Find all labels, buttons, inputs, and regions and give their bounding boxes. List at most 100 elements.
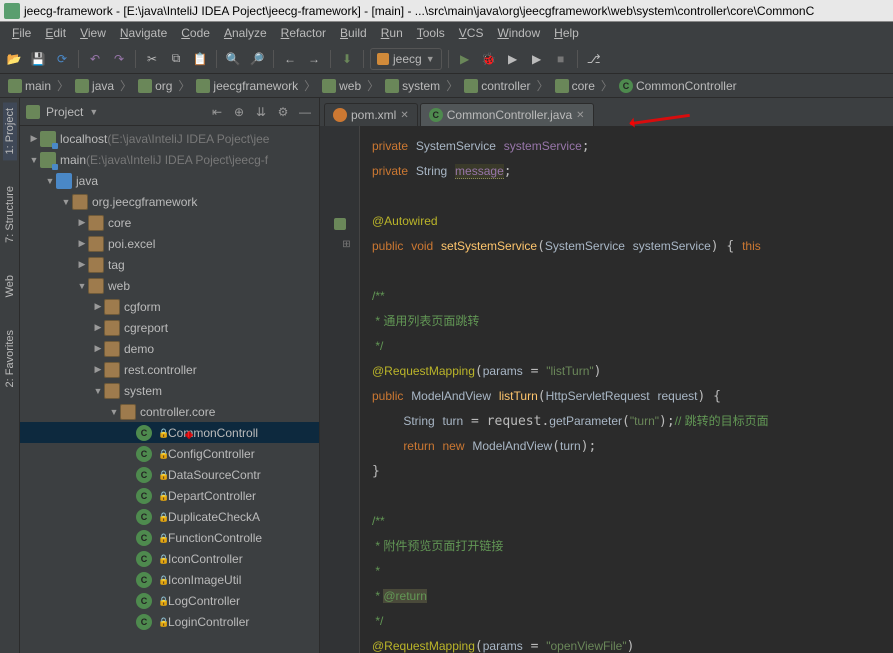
stop-icon[interactable]: ■	[551, 49, 571, 69]
menu-run[interactable]: Run	[375, 24, 409, 42]
editor-tab-pomxml[interactable]: pom.xml✕	[324, 103, 418, 126]
save-all-icon[interactable]: 💾	[28, 49, 48, 69]
editor-tab-commoncontrollerjava[interactable]: CCommonController.java✕	[420, 103, 594, 126]
tree-node-core[interactable]: ▶core	[20, 212, 319, 233]
breadcrumb-jeecgframework[interactable]: jeecgframework	[192, 78, 302, 94]
breadcrumb-main[interactable]: main	[4, 78, 55, 94]
replace-icon[interactable]: 🔎	[247, 49, 267, 69]
expand-arrow-icon[interactable]: ▶	[92, 322, 104, 333]
menu-edit[interactable]: Edit	[39, 24, 72, 42]
run-config-selector[interactable]: jeecg ▼	[370, 48, 442, 70]
menu-window[interactable]: Window	[491, 24, 546, 42]
menu-tools[interactable]: Tools	[411, 24, 451, 42]
expand-arrow-icon[interactable]: ▼	[28, 155, 40, 165]
project-tree[interactable]: ▶localhost (E:\java\InteliJ IDEA Poject\…	[20, 126, 319, 653]
menu-help[interactable]: Help	[548, 24, 585, 42]
expand-arrow-icon[interactable]: ▶	[76, 259, 88, 270]
open-icon[interactable]: 📂	[4, 49, 24, 69]
tree-node-functioncontrolle[interactable]: 🔒FunctionControlle	[20, 527, 319, 548]
tree-node-restcontroller[interactable]: ▶rest.controller	[20, 359, 319, 380]
breadcrumb-controller[interactable]: controller	[460, 78, 534, 94]
debug-icon[interactable]: 🐞	[479, 49, 499, 69]
implements-gutter-icon[interactable]	[334, 218, 346, 230]
expand-arrow-icon[interactable]: ▼	[60, 197, 72, 207]
tree-node-main[interactable]: ▼main (E:\java\InteliJ IDEA Poject\jeecg…	[20, 149, 319, 170]
copy-icon[interactable]: ⧉	[166, 49, 186, 69]
tree-node-web[interactable]: ▼web	[20, 275, 319, 296]
tree-node-poiexcel[interactable]: ▶ poi.excel	[20, 233, 319, 254]
breadcrumb-core[interactable]: core	[551, 78, 599, 94]
tree-node-departcontroller[interactable]: 🔒DepartController	[20, 485, 319, 506]
forward-icon[interactable]: →	[304, 49, 324, 69]
profile-icon[interactable]: ▶	[527, 49, 547, 69]
menu-vcs[interactable]: VCS	[453, 24, 490, 42]
tree-node-cgreport[interactable]: ▶cgreport	[20, 317, 319, 338]
paste-icon[interactable]: 📋	[190, 49, 210, 69]
expand-arrow-icon[interactable]: ▶	[76, 238, 88, 249]
hide-icon[interactable]: —	[297, 104, 313, 120]
target-icon[interactable]: ⊕	[231, 104, 247, 120]
run-icon[interactable]: ▶	[455, 49, 475, 69]
back-icon[interactable]: ←	[280, 49, 300, 69]
expand-arrow-icon[interactable]: ▼	[44, 176, 56, 186]
gear-icon[interactable]: ⚙	[275, 104, 291, 120]
tree-node-configcontroller[interactable]: 🔒ConfigController	[20, 443, 319, 464]
tree-node-datasourcecontr[interactable]: 🔒DataSourceContr	[20, 464, 319, 485]
close-tab-icon[interactable]: ✕	[576, 110, 584, 121]
tree-node-tag[interactable]: ▶tag	[20, 254, 319, 275]
tree-node-localhost[interactable]: ▶localhost (E:\java\InteliJ IDEA Poject\…	[20, 128, 319, 149]
expand-arrow-icon[interactable]: ▼	[108, 407, 120, 417]
tree-node-orgjeecgframework[interactable]: ▼org.jeecgframework	[20, 191, 319, 212]
menu-navigate[interactable]: Navigate	[114, 24, 173, 42]
tree-node-logcontroller[interactable]: 🔒LogController	[20, 590, 319, 611]
breadcrumb-org[interactable]: org	[134, 78, 176, 94]
close-tab-icon[interactable]: ✕	[400, 110, 408, 121]
tree-node-system[interactable]: ▼system	[20, 380, 319, 401]
build-icon[interactable]: ⬇	[337, 49, 357, 69]
breadcrumb-system[interactable]: system	[381, 78, 444, 94]
expand-arrow-icon[interactable]: ▶	[28, 133, 40, 144]
tree-node-logincontroller[interactable]: 🔒LoginController	[20, 611, 319, 632]
menu-view[interactable]: View	[74, 24, 112, 42]
collapse-all-icon[interactable]: ⇊	[253, 104, 269, 120]
tool-tab-favorites[interactable]: 2: Favorites	[3, 324, 17, 393]
undo-icon[interactable]: ↶	[85, 49, 105, 69]
code-editor[interactable]: private SystemService systemService; pri…	[360, 126, 893, 653]
menu-build[interactable]: Build	[334, 24, 373, 42]
sync-icon[interactable]: ⟳	[52, 49, 72, 69]
tool-tab-project[interactable]: 1: Project	[3, 102, 17, 160]
tool-tab-structure[interactable]: 7: Structure	[3, 180, 17, 249]
vcs-icon[interactable]: ⎇	[584, 49, 604, 69]
tree-node-controllercore[interactable]: ▼controller.core	[20, 401, 319, 422]
expand-arrow-icon[interactable]: ▼	[76, 281, 88, 291]
tree-node-demo[interactable]: ▶demo	[20, 338, 319, 359]
tree-node-duplicatechecka[interactable]: 🔒DuplicateCheckA	[20, 506, 319, 527]
coverage-icon[interactable]: ▶	[503, 49, 523, 69]
tree-node-iconcontroller[interactable]: 🔒IconController	[20, 548, 319, 569]
menu-analyze[interactable]: Analyze	[218, 24, 273, 42]
chevron-down-icon[interactable]: ▼	[89, 107, 98, 117]
cut-icon[interactable]: ✂	[142, 49, 162, 69]
fold-plus-icon[interactable]: ⊞	[342, 239, 350, 250]
tree-node-cgform[interactable]: ▶cgform	[20, 296, 319, 317]
tree-label: poi.excel	[108, 237, 155, 251]
expand-arrow-icon[interactable]: ▼	[92, 386, 104, 396]
breadcrumb-commoncontroller[interactable]: CCommonController	[615, 78, 741, 94]
expand-arrow-icon[interactable]: ▶	[92, 301, 104, 312]
expand-arrow-icon[interactable]: ▶	[92, 364, 104, 375]
tree-node-java[interactable]: ▼java	[20, 170, 319, 191]
menu-file[interactable]: File	[6, 24, 37, 42]
breadcrumb-web[interactable]: web	[318, 78, 365, 94]
expand-arrow-icon[interactable]: ▶	[92, 343, 104, 354]
menu-refactor[interactable]: Refactor	[275, 24, 332, 42]
find-icon[interactable]: 🔍	[223, 49, 243, 69]
breadcrumb-java[interactable]: java	[71, 78, 118, 94]
expand-arrow-icon[interactable]: ▶	[76, 217, 88, 228]
tree-node-iconimageutil[interactable]: 🔒IconImageUtil	[20, 569, 319, 590]
tree-node-commoncontroll[interactable]: 🔒CommonControll	[20, 422, 319, 443]
tool-tab-web[interactable]: Web	[3, 269, 17, 303]
redo-icon[interactable]: ↷	[109, 49, 129, 69]
menu-code[interactable]: Code	[175, 24, 216, 42]
collapse-icon[interactable]: ⇤	[209, 104, 225, 120]
editor-gutter[interactable]: ⊞	[320, 126, 360, 653]
